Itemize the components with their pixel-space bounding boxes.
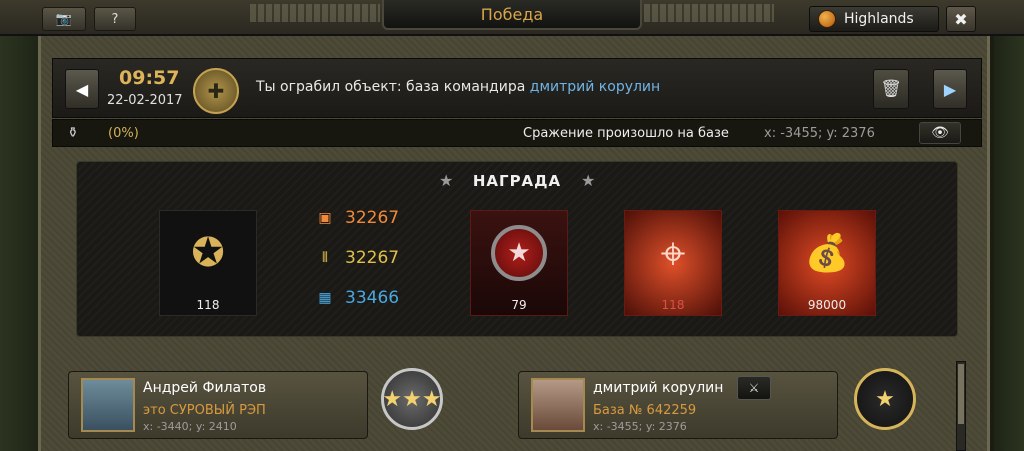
arrow-left-icon: ◀ — [75, 79, 89, 99]
view-base-button[interactable]: 👁 — [919, 122, 961, 144]
battle-location-label: Сражение произошло на базе — [523, 126, 729, 141]
resource-row-ammo: ⦀ 32267 — [317, 248, 399, 268]
reward-tile-value: 118 — [661, 298, 685, 312]
eye-icon: 👁 — [931, 125, 949, 141]
delete-report-button[interactable]: 🗑 — [873, 69, 909, 109]
right-wing-ornament — [644, 4, 774, 22]
star-right-icon: ★ — [581, 171, 596, 190]
attack-button[interactable]: ⚔ — [737, 376, 771, 400]
scrollbar[interactable] — [956, 361, 966, 451]
camera-button[interactable]: 📷 — [42, 7, 86, 31]
report-time: 09:57 — [119, 67, 180, 89]
fuel-icon: ▣ — [318, 210, 332, 226]
eagle-rank-icon: ★★★ — [381, 368, 443, 430]
left-wing-ornament — [250, 4, 380, 22]
laurel-star-icon: ✪ — [191, 230, 225, 276]
resource-row-fuel: ▣ 32267 — [317, 208, 399, 228]
globe-icon — [818, 10, 836, 28]
reward-tile-value: 98000 — [807, 298, 847, 312]
next-report-button[interactable]: ▶ — [933, 69, 967, 109]
help-button[interactable]: ? — [94, 7, 136, 31]
defender-avatar — [531, 378, 585, 432]
trash-icon: 🗑 — [880, 79, 902, 99]
bottles-icon: ⚱ — [67, 125, 79, 141]
reward-tile-medal: ★ 79 — [470, 210, 568, 316]
target-icon: ⌖ — [660, 227, 686, 279]
attacker-card[interactable]: Андрей Филатов это СУРОВЫЙ РЭП x: -3440;… — [68, 371, 368, 439]
attacker-rank-emblem: ★★★ — [369, 356, 455, 442]
report-header: ◀ 09:57 22-02-2017 ✚ Ты ограбил объект: … — [52, 58, 982, 118]
close-icon: ✖ — [954, 9, 968, 29]
robbery-badge-icon: ✚ — [193, 68, 239, 114]
prev-report-button[interactable]: ◀ — [65, 69, 99, 109]
report-date: 22-02-2017 — [107, 93, 183, 108]
reward-tile-target: ⌖ 118 — [624, 210, 722, 316]
resource-row-blocks: ▦ 33466 — [317, 288, 399, 308]
server-name: Highlands — [844, 11, 914, 27]
reward-tile-value: 118 — [196, 298, 220, 312]
commander-link[interactable]: дмитрий корулин — [530, 79, 660, 95]
attacker-clan: это СУРОВЫЙ РЭП — [143, 403, 266, 418]
reward-panel: ★ НАГРАДА ★ ✪ 118 ▣ 32267 ⦀ 32267 ▦ 3346… — [76, 161, 958, 337]
close-button[interactable]: ✖ — [946, 6, 976, 32]
money-bags-icon: 💰 — [804, 233, 850, 274]
medal-icon: ★ — [479, 217, 559, 289]
arrow-right-icon: ▶ — [943, 79, 957, 99]
battle-coords: x: -3455; y: 2376 — [764, 126, 875, 141]
right-backdrop — [994, 0, 1024, 451]
window-title: Победа — [382, 0, 642, 30]
battle-info-strip: ⚱ (0%) Сражение произошло на базе x: -34… — [52, 119, 982, 147]
title-bar: 📷 ? Победа Highlands ✖ — [0, 0, 1024, 36]
left-backdrop — [0, 0, 40, 451]
blocks-icon: ▦ — [318, 290, 332, 306]
defender-card[interactable]: дмитрий корулин База № 642259 x: -3455; … — [518, 371, 838, 439]
defender-base: База № 642259 — [593, 403, 697, 418]
reward-tile-laurel: ✪ 118 — [159, 210, 257, 316]
reward-tile-money: 💰 98000 — [778, 210, 876, 316]
attacker-name: Андрей Филатов — [143, 380, 267, 396]
reward-title: НАГРАДА — [472, 172, 562, 190]
help-icon: ? — [111, 11, 119, 27]
scrollbar-thumb[interactable] — [958, 364, 964, 424]
reward-tile-value: 79 — [511, 298, 527, 312]
star-rank-icon: ★ — [854, 368, 916, 430]
resource-value: 32267 — [345, 208, 400, 228]
report-message-text: Ты ограбил объект: база командира — [256, 79, 530, 95]
defender-rank-emblem: ★ — [842, 356, 928, 442]
defender-name: дмитрий корулин — [593, 380, 724, 396]
defender-coords: x: -3455; y: 2376 — [593, 420, 687, 433]
attacker-avatar — [81, 378, 135, 432]
loot-percent: (0%) — [108, 126, 139, 141]
sword-icon: ⚔ — [748, 381, 760, 395]
camera-icon: 📷 — [55, 11, 73, 27]
server-button[interactable]: Highlands — [809, 6, 939, 32]
resource-value: 33466 — [345, 288, 400, 308]
window-title-text: Победа — [480, 4, 544, 24]
ammo-icon: ⦀ — [321, 250, 329, 266]
attacker-coords: x: -3440; y: 2410 — [143, 420, 237, 433]
resource-value: 32267 — [345, 248, 400, 268]
report-message: Ты ограбил объект: база командира дмитри… — [256, 79, 660, 95]
